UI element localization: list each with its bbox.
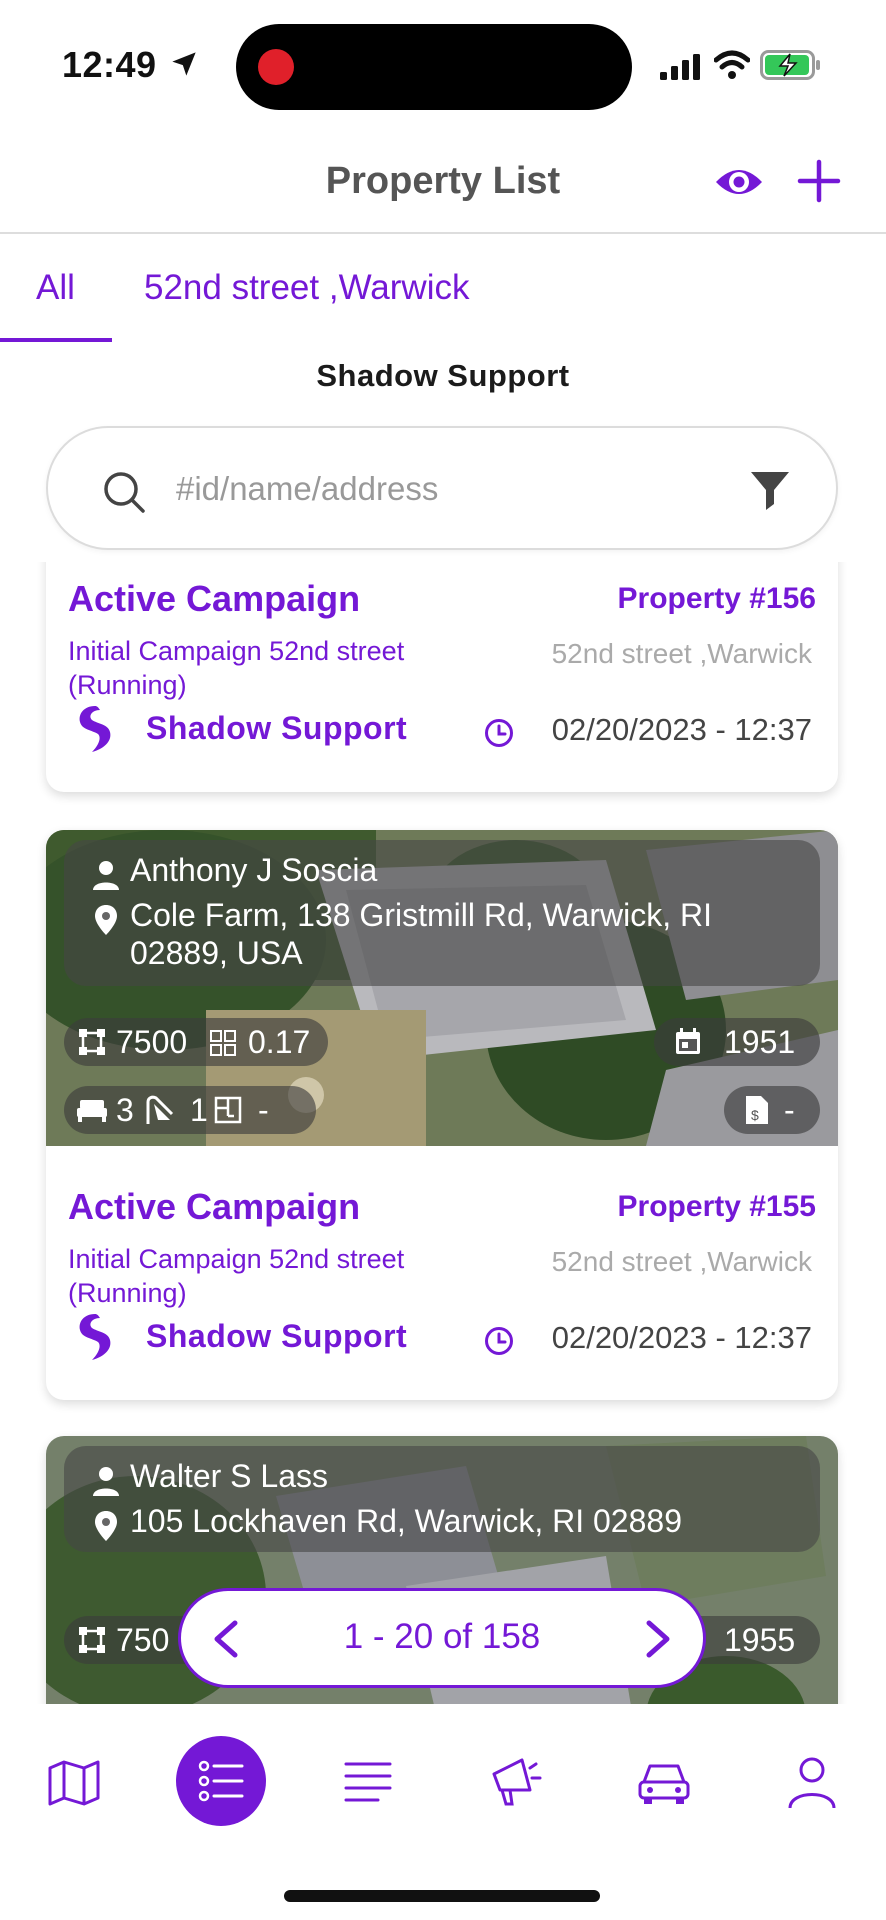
search-input[interactable]: [176, 462, 656, 516]
dynamic-island: [236, 24, 632, 110]
price-value: -: [784, 1092, 795, 1128]
list-bullets-icon: [198, 1760, 244, 1802]
area-icon: [79, 1627, 105, 1653]
recording-indicator-icon: [258, 49, 294, 85]
next-page-button[interactable]: [641, 1619, 675, 1659]
clock-icon: [485, 719, 513, 747]
list-tabs: All 52nd street ,Warwick: [0, 236, 886, 344]
megaphone-icon[interactable]: [484, 1750, 544, 1810]
property-location: 52nd street ,Warwick: [551, 1246, 812, 1277]
map-nav-icon[interactable]: [44, 1752, 104, 1812]
owner-info-overlay: Walter S Lass 105 Lockhaven Rd, Warwick,…: [64, 1446, 820, 1552]
map-pin-icon: [95, 905, 117, 935]
shower-icon: [146, 1095, 174, 1124]
svg-text:$: $: [751, 1107, 759, 1123]
eye-icon[interactable]: [714, 160, 764, 204]
bathrooms: 1: [190, 1092, 208, 1128]
owner-name: Anthony J Soscia: [130, 852, 378, 888]
search-bar: [46, 426, 838, 550]
team-label: Shadow Support: [146, 710, 408, 746]
property-location: 52nd street ,Warwick: [551, 638, 812, 669]
campaign-status: Active Campaign: [68, 1186, 361, 1227]
campaign-name: Initial Campaign 52nd street (Running): [68, 636, 405, 700]
pagination-label: 1 - 20 of 158: [343, 1617, 541, 1656]
year-built: 1955: [724, 1622, 796, 1658]
property-id: Property #156: [617, 582, 816, 615]
property-list: Active Campaign Property #156 Initial Ca…: [0, 562, 886, 1704]
map-pin-icon: [95, 1511, 117, 1541]
property-card-details: Active Campaign Property #156 Initial Ca…: [46, 578, 838, 792]
property-id: Property #155: [617, 1190, 816, 1223]
price-document-chip: $ -: [724, 1086, 820, 1134]
document-price-icon: $: [746, 1096, 768, 1124]
lot-size-chip: 7500 0.17: [64, 1018, 328, 1066]
tab-all[interactable]: All: [36, 268, 75, 308]
grid-icon: [210, 1030, 236, 1056]
year-built-chip: 1951: [654, 1018, 820, 1066]
add-property-button[interactable]: [796, 158, 842, 204]
floor-plan-value: -: [258, 1092, 269, 1128]
property-address: Cole Farm, 138 Gristmill Rd, Warwick, RI…: [130, 897, 712, 971]
clock-icon: [485, 1327, 513, 1355]
cellular-signal-icon: [660, 54, 700, 80]
campaign-datetime: 02/20/2023 - 12:37: [551, 712, 812, 747]
team-logo-icon: [79, 706, 111, 752]
team-name: Shadow Support: [316, 358, 570, 393]
calendar-icon: [676, 1028, 700, 1054]
tab-52nd-street-warwick[interactable]: 52nd street ,Warwick: [144, 268, 469, 308]
filter-icon[interactable]: [750, 470, 790, 512]
team-logo-icon: [79, 1314, 111, 1360]
campaign-status: Active Campaign: [68, 578, 361, 619]
lot-acres: 0.17: [248, 1024, 311, 1060]
owner-info-overlay: Anthony J Soscia Cole Farm, 138 Gristmil…: [64, 840, 820, 986]
lists-nav-icon[interactable]: [338, 1752, 398, 1812]
person-icon: [93, 1467, 119, 1496]
year-built: 1951: [724, 1024, 796, 1060]
property-list-nav-button[interactable]: [176, 1736, 266, 1826]
wifi-icon: [714, 50, 750, 79]
team-label: Shadow Support: [146, 1318, 408, 1354]
person-icon: [93, 861, 119, 890]
area-icon: [79, 1029, 105, 1055]
property-card[interactable]: Active Campaign Property #156 Initial Ca…: [46, 562, 838, 792]
top-app-bar: Property List: [0, 130, 886, 234]
rooms-chip: 3 1 -: [64, 1086, 316, 1134]
property-address: 105 Lockhaven Rd, Warwick, RI 02889: [130, 1503, 682, 1539]
profile-icon[interactable]: [782, 1752, 842, 1812]
bottom-navigation: [0, 1706, 886, 1920]
car-icon[interactable]: [634, 1752, 694, 1812]
floor-plan-icon: [214, 1096, 242, 1124]
bed-icon: [77, 1100, 107, 1122]
status-time: 12:49: [62, 44, 157, 85]
home-indicator[interactable]: [284, 1890, 600, 1902]
property-card[interactable]: Anthony J Soscia Cole Farm, 138 Gristmil…: [46, 830, 838, 1400]
battery-charging-icon: [760, 50, 820, 80]
owner-name: Walter S Lass: [130, 1458, 328, 1494]
campaign-datetime: 02/20/2023 - 12:37: [551, 1320, 812, 1355]
location-arrow-icon: [172, 52, 196, 76]
square-footage: 7500: [116, 1024, 188, 1060]
bedrooms: 3: [116, 1092, 134, 1128]
active-tab-indicator: [0, 338, 112, 342]
campaign-name: Initial Campaign 52nd street (Running): [68, 1244, 405, 1308]
property-card-details: Active Campaign Property #155 Initial Ca…: [46, 1186, 838, 1400]
search-icon: [104, 472, 145, 513]
status-bar: 12:49: [0, 0, 886, 130]
pagination-control: 1 - 20 of 158: [178, 1588, 706, 1688]
square-footage: 750: [116, 1622, 170, 1658]
